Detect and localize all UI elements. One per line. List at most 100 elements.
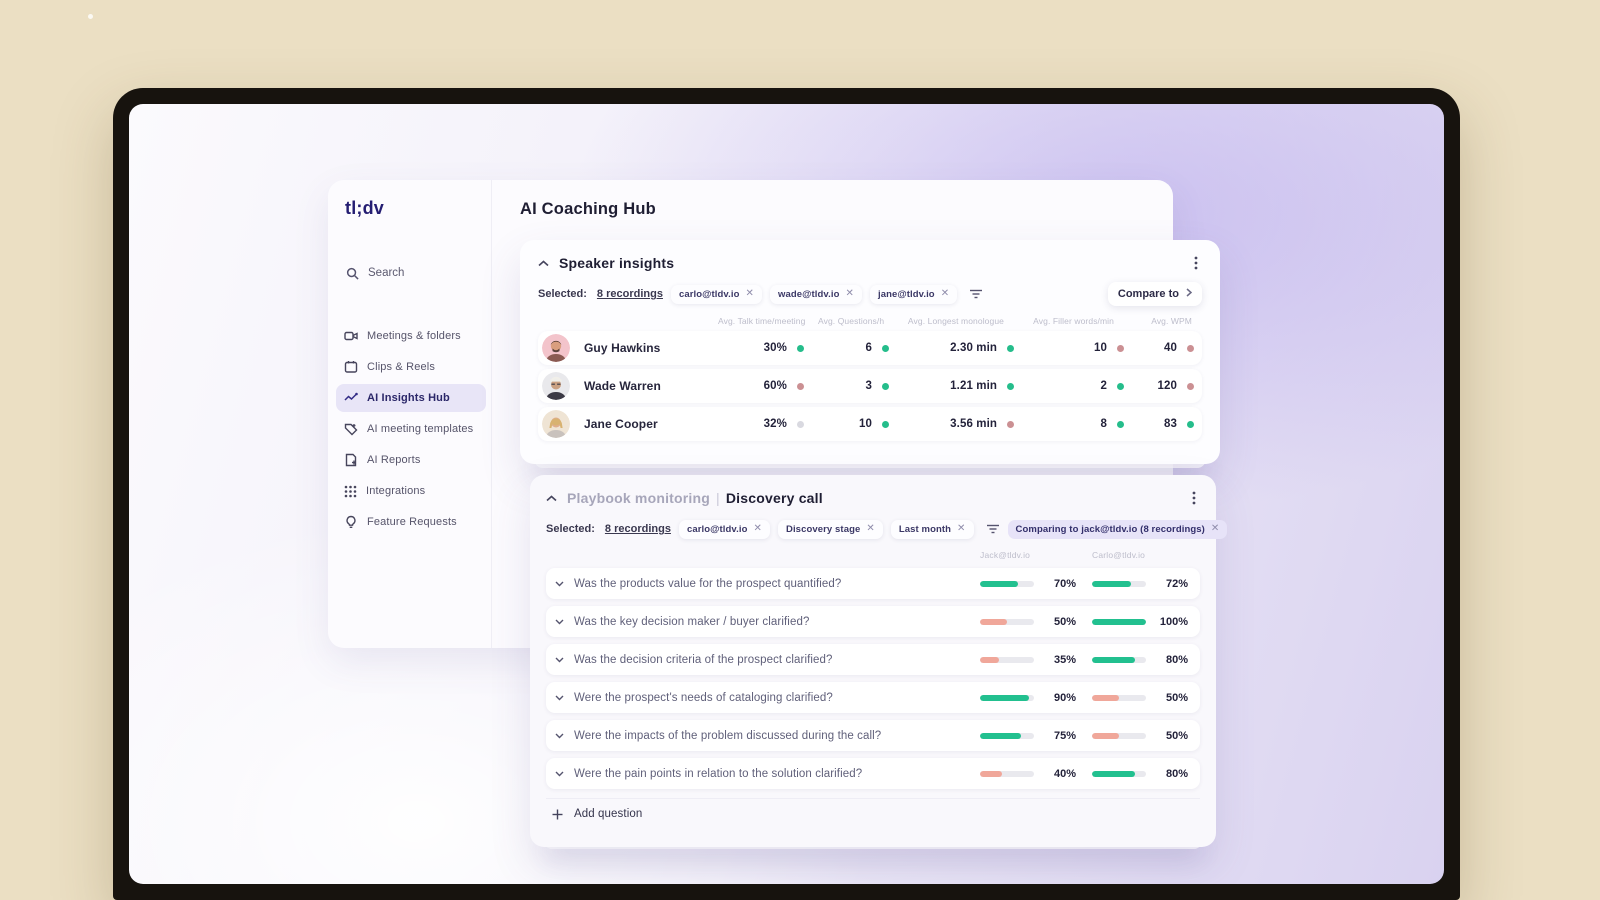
table-row[interactable]: Wade Warren 60% 3 1.21 min 2 120 [538, 369, 1202, 403]
question-row[interactable]: Was the key decision maker / buyer clari… [546, 606, 1200, 637]
question-row[interactable]: Were the prospect's needs of cataloging … [546, 682, 1200, 713]
column-header: Avg. Longest monologue [907, 316, 1004, 326]
sidebar-item-label: Clips & Reels [367, 361, 435, 373]
status-dot [797, 382, 804, 390]
add-question-button[interactable]: Add question [546, 798, 1200, 820]
chevron-down-icon[interactable] [546, 771, 572, 777]
report-doc-icon [344, 453, 358, 467]
filter-chip-wade[interactable]: wade@tldv.io ✕ [769, 284, 862, 304]
carlo-score: 80% [1088, 768, 1200, 780]
selected-recordings-link[interactable]: 8 recordings [605, 523, 671, 535]
search-input[interactable]: Search [338, 260, 482, 286]
question-row[interactable]: Were the pain points in relation to the … [546, 758, 1200, 789]
speaker-name: Jane Cooper [584, 417, 658, 431]
app-screen: tl;dv Search Meetings & folders Clips & … [129, 104, 1444, 884]
chevron-down-icon[interactable] [546, 581, 572, 587]
filter-icon[interactable] [986, 524, 1000, 534]
metric-talk-time: 60% [718, 380, 818, 392]
table-row[interactable]: Jane Cooper 32% 10 3.56 min 8 83 [538, 407, 1202, 441]
filter-chip-discovery-stage[interactable]: Discovery stage ✕ [777, 519, 883, 539]
jack-score: 50% [976, 616, 1088, 628]
comparing-to-chip[interactable]: Comparing to jack@tldv.io (8 recordings)… [1007, 519, 1228, 539]
progress-bar [980, 732, 1034, 739]
background-speck [88, 14, 93, 19]
speaker-name: Wade Warren [584, 379, 661, 393]
carlo-score: 72% [1088, 578, 1200, 590]
close-icon[interactable]: ✕ [957, 524, 965, 534]
column-header: Avg. Filler words/min [1033, 316, 1114, 326]
status-dot [882, 420, 889, 428]
kebab-menu-icon[interactable] [1188, 489, 1200, 507]
chip-label: carlo@tldv.io [686, 523, 748, 535]
sidebar-item-feature-requests[interactable]: Feature Requests [336, 508, 486, 536]
question-row[interactable]: Was the decision criteria of the prospec… [546, 644, 1200, 675]
chevron-down-icon[interactable] [546, 619, 572, 625]
title-divider: | [716, 490, 720, 506]
plus-icon [552, 809, 563, 820]
tldv-logo: tl;dv [345, 198, 384, 218]
table-row[interactable]: Guy Hawkins 30% 6 2.30 min 10 40 [538, 331, 1202, 365]
playbook-monitoring-card: Playbook monitoring | Discovery call Selec… [530, 475, 1228, 847]
sidebar-item-integrations[interactable]: Integrations [336, 477, 486, 505]
close-icon[interactable]: ✕ [941, 289, 949, 299]
chevron-down-icon[interactable] [546, 657, 572, 663]
playbook-column-headers: Jack@tldv.io Carlo@tldv.io [546, 549, 1200, 561]
filter-chip-carlo[interactable]: carlo@tldv.io ✕ [670, 284, 762, 304]
carlo-score: 100% [1088, 616, 1200, 628]
close-icon[interactable]: ✕ [845, 289, 853, 299]
column-header: Avg. Talk time/meeting [718, 316, 806, 326]
chevron-down-icon[interactable] [546, 695, 572, 701]
status-dot [797, 344, 804, 352]
metric-talk-time: 30% [718, 342, 818, 354]
chevron-right-icon [1186, 288, 1193, 300]
progress-bar [1092, 732, 1146, 739]
close-icon[interactable]: ✕ [866, 524, 874, 534]
question-row[interactable]: Was the products value for the prospect … [546, 568, 1200, 599]
jack-score: 75% [976, 730, 1088, 742]
progress-bar [980, 618, 1034, 625]
chevron-up-icon[interactable] [546, 494, 557, 502]
progress-bar [980, 770, 1034, 777]
carlo-score: 80% [1088, 654, 1200, 666]
status-dot [1187, 420, 1194, 428]
close-icon[interactable]: ✕ [746, 289, 754, 299]
close-icon[interactable]: ✕ [754, 524, 762, 534]
close-icon[interactable]: ✕ [1211, 524, 1219, 534]
sidebar-item-meetings-folders[interactable]: Meetings & folders [336, 322, 486, 350]
status-dot [1187, 344, 1194, 352]
lightbulb-icon [344, 515, 358, 529]
selected-recordings-link[interactable]: 8 recordings [597, 288, 663, 300]
filter-chip-carlo[interactable]: carlo@tldv.io ✕ [678, 519, 770, 539]
compare-to-button[interactable]: Compare to [1107, 282, 1202, 306]
chevron-up-icon[interactable] [538, 259, 549, 267]
filter-chip-last-month[interactable]: Last month ✕ [890, 519, 974, 539]
filter-icon[interactable] [969, 289, 983, 299]
video-camera-icon [344, 329, 358, 343]
metric-wpm: 83 [1138, 418, 1202, 430]
chevron-down-icon[interactable] [546, 733, 572, 739]
question-row[interactable]: Were the impacts of the problem discusse… [546, 720, 1200, 751]
sidebar-item-ai-reports[interactable]: AI Reports [336, 446, 486, 474]
column-header-jack: Jack@tldv.io [980, 550, 1031, 560]
metric-wpm: 40 [1138, 342, 1202, 354]
sidebar-item-label: AI Insights Hub [367, 392, 450, 404]
grid-dots-icon [344, 485, 357, 498]
progress-bar [980, 694, 1034, 701]
carlo-score: 50% [1088, 692, 1200, 704]
search-icon [346, 267, 359, 280]
filter-chip-jane[interactable]: jane@tldv.io ✕ [869, 284, 958, 304]
laptop-frame: tl;dv Search Meetings & folders Clips & … [113, 88, 1460, 900]
status-dot [882, 344, 889, 352]
status-dot [1007, 382, 1014, 390]
sidebar-item-ai-meeting-templates[interactable]: AI meeting templates [336, 415, 486, 443]
speaker-insights-card: Speaker insights Selected: 8 recordings … [520, 240, 1220, 464]
sidebar-item-ai-insights-hub[interactable]: AI Insights Hub [336, 384, 486, 412]
question-text: Was the key decision maker / buyer clari… [574, 615, 810, 628]
speaker-name: Guy Hawkins [584, 341, 661, 355]
jack-score: 90% [976, 692, 1088, 704]
sidebar-item-clips-reels[interactable]: Clips & Reels [336, 353, 486, 381]
status-dot [797, 420, 804, 428]
compare-to-label: Compare to [1117, 288, 1179, 300]
kebab-menu-icon[interactable] [1190, 254, 1202, 272]
metric-questions: 3 [818, 380, 903, 392]
